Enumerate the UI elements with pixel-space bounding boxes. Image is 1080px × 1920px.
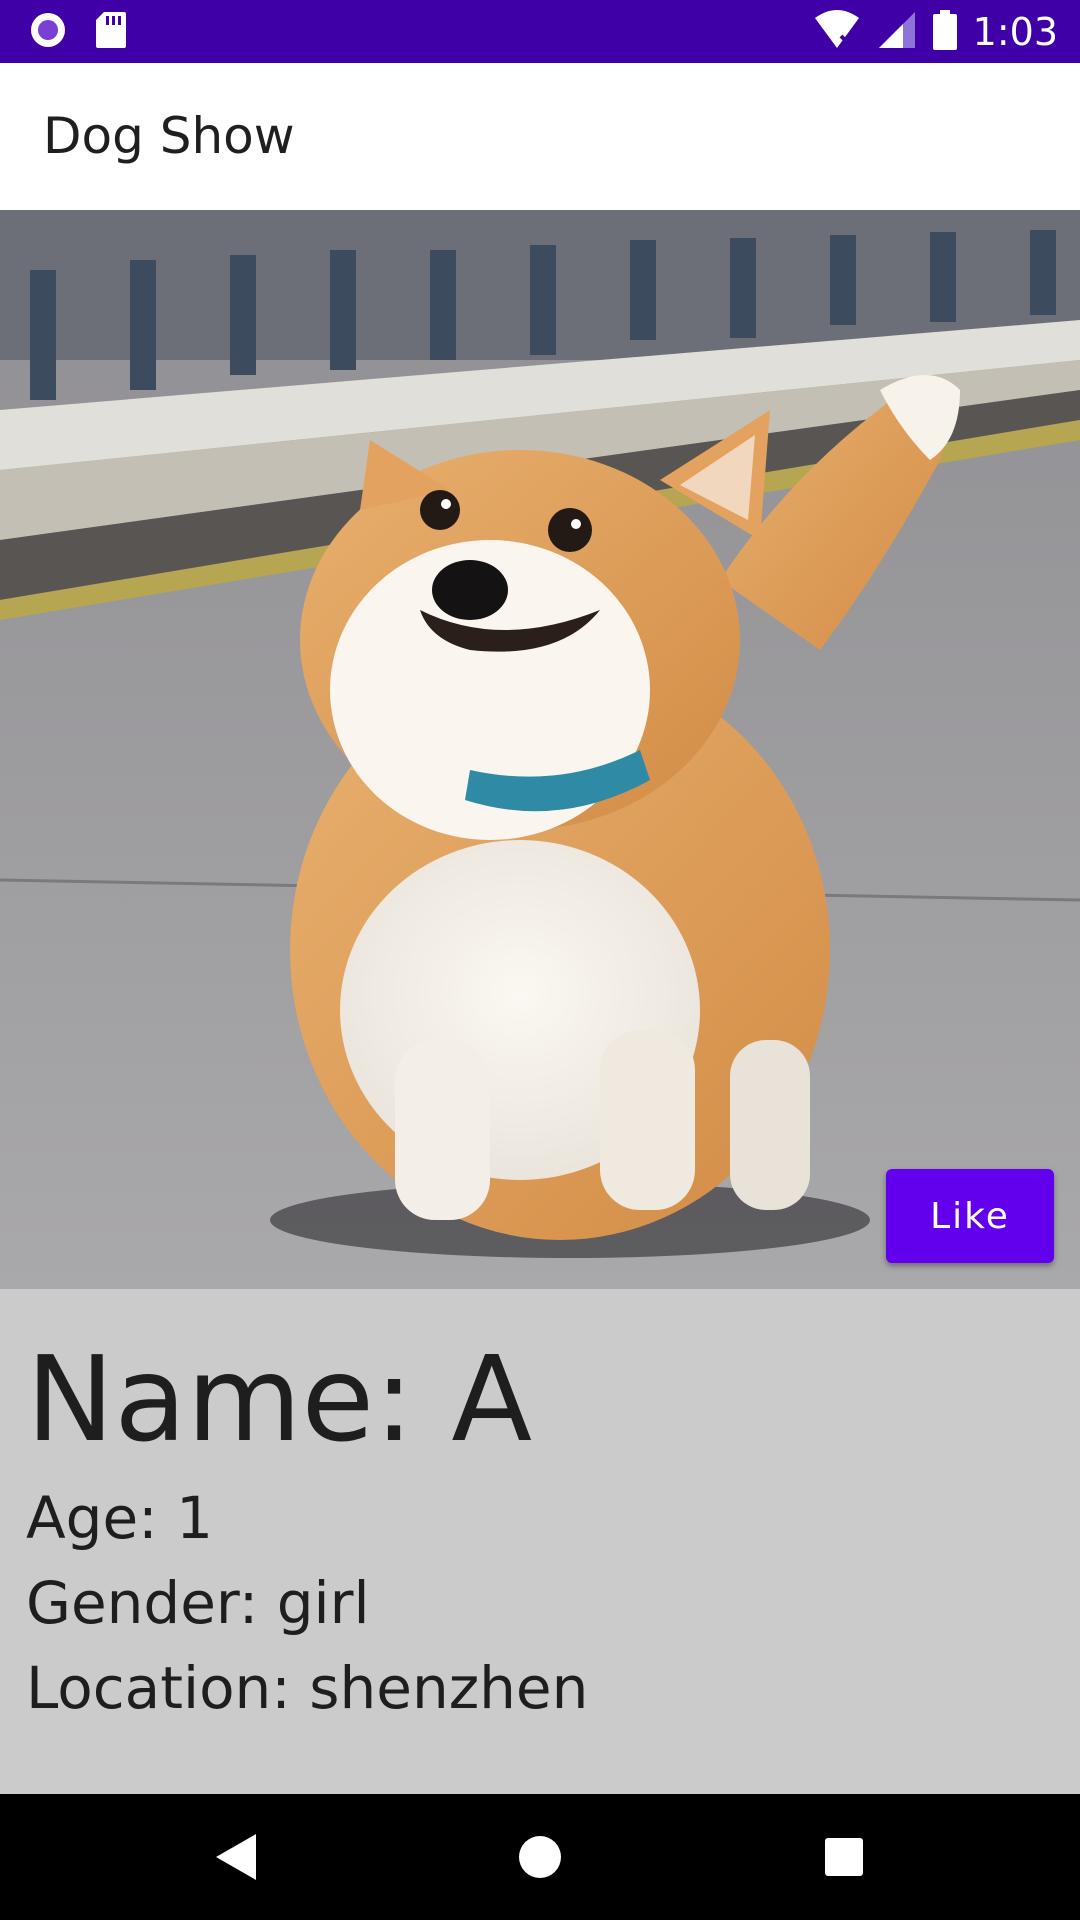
app-bar: Dog Show xyxy=(0,63,1080,210)
corgi-photo-illustration xyxy=(0,210,1080,1289)
wifi-off-icon xyxy=(813,10,861,54)
recents-icon[interactable] xyxy=(814,1827,874,1887)
dog-age: Age: 1 xyxy=(26,1484,214,1552)
status-right: 1:03 xyxy=(813,10,1058,54)
status-left xyxy=(28,12,128,52)
dog-photo: Like xyxy=(0,210,1080,1289)
signal-icon xyxy=(877,10,917,54)
back-icon[interactable] xyxy=(206,1827,266,1887)
page-title: Dog Show xyxy=(43,107,295,165)
navigation-bar xyxy=(0,1794,1080,1920)
record-icon xyxy=(28,10,68,54)
home-icon[interactable] xyxy=(510,1827,570,1887)
screen: 1:03 Dog Show Like Name: A Age: 1 Gender… xyxy=(0,0,1080,1920)
dog-name: Name: A xyxy=(26,1330,533,1468)
status-time: 1:03 xyxy=(972,10,1058,54)
dog-gender: Gender: girl xyxy=(26,1569,370,1637)
status-bar: 1:03 xyxy=(0,0,1080,63)
dog-info-panel: Name: A Age: 1 Gender: girl Location: sh… xyxy=(0,1289,1080,1794)
sd-card-icon xyxy=(94,10,128,54)
like-button[interactable]: Like xyxy=(886,1169,1054,1263)
dog-location: Location: shenzhen xyxy=(26,1654,589,1722)
battery-icon xyxy=(932,10,957,54)
